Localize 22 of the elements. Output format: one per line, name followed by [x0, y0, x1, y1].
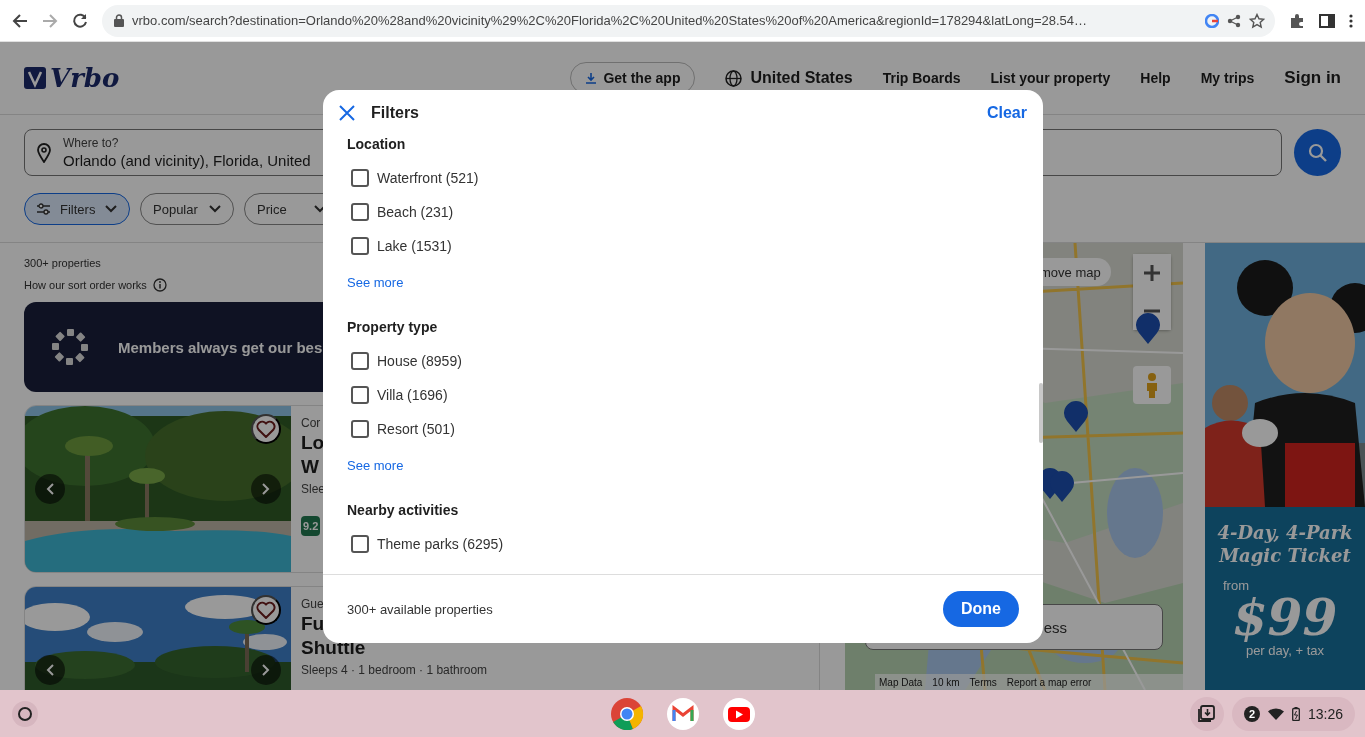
property-title: Fu — [301, 613, 325, 635]
ad-headline: 4-Day, 4-Park Magic Ticket — [1216, 521, 1354, 568]
section-heading: Property type — [347, 318, 439, 336]
available-count: 300+ available properties — [347, 601, 493, 617]
dialog-title: Filters — [371, 103, 419, 122]
results-count: 300+ properties — [24, 257, 102, 269]
ad-price-prefix: from — [1222, 577, 1250, 593]
property-category: Cor — [301, 416, 321, 430]
sort-info-text: How our sort order works — [24, 279, 147, 291]
clock: 13:26 — [1307, 705, 1343, 722]
rating-badge: 9.2 — [301, 516, 321, 536]
property-title: Shuttle — [301, 637, 366, 659]
property-title: W — [301, 456, 319, 478]
ad-price: $99 — [1232, 592, 1339, 643]
property-details: Sleeps 4 · 1 bedroom · 1 bathroom — [301, 663, 488, 677]
notification-count: 2 — [1243, 705, 1260, 722]
section-heading: Nearby activities — [347, 501, 460, 519]
property-category: Gue — [301, 597, 324, 611]
section-heading: Location — [347, 135, 407, 153]
ad-price-unit: per day, + tax — [1244, 642, 1326, 658]
property-title: Lo — [301, 432, 325, 454]
map-scale: 10 km — [932, 676, 960, 688]
